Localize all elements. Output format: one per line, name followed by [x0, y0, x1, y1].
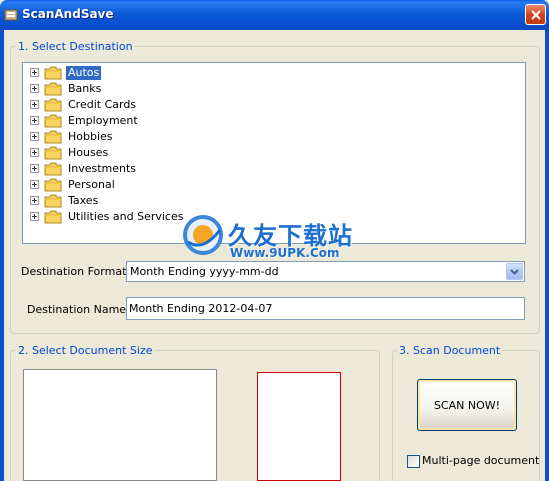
destination-format-label: Destination Format:	[21, 265, 131, 278]
folder-icon	[44, 98, 62, 112]
expand-icon[interactable]	[30, 196, 39, 205]
scan-now-button[interactable]: SCAN NOW!	[417, 379, 517, 431]
watermark-logo-icon	[183, 215, 223, 255]
tree-item-label: Taxes	[68, 194, 99, 207]
document-size-option-b[interactable]	[257, 372, 341, 481]
expand-icon[interactable]	[30, 68, 39, 77]
folder-icon	[44, 210, 62, 224]
destination-name-input[interactable]	[129, 299, 519, 318]
folder-icon	[44, 130, 62, 144]
scan-document-group-label: 3. Scan Document	[397, 344, 503, 357]
expand-icon[interactable]	[30, 212, 39, 221]
destination-group-label: 1. Select Destination	[16, 40, 135, 53]
folder-icon	[44, 66, 62, 80]
tree-item-label: Banks	[68, 82, 102, 95]
watermark-url: Www.9UPK.Com	[230, 246, 340, 260]
tree-item-label: Utilities and Services	[68, 210, 184, 223]
document-size-group-label: 2. Select Document Size	[16, 344, 155, 357]
app-icon	[4, 9, 18, 21]
title-bar[interactable]: ScanAndSave	[0, 0, 549, 30]
folder-icon	[44, 82, 62, 96]
expand-icon[interactable]	[30, 164, 39, 173]
folder-icon	[44, 162, 62, 176]
multi-page-checkbox[interactable]	[407, 455, 420, 468]
tree-item-label: Credit Cards	[68, 98, 137, 111]
tree-item-label: Autos	[66, 66, 102, 80]
destination-format-value: Month Ending yyyy-mm-dd	[130, 265, 279, 278]
expand-icon[interactable]	[30, 84, 39, 93]
tree-item-label: Hobbies	[68, 130, 113, 143]
close-icon	[531, 10, 541, 20]
tree-item-label: Employment	[68, 114, 138, 127]
window-title: ScanAndSave	[22, 7, 114, 21]
scan-now-button-label: SCAN NOW!	[433, 399, 501, 412]
destination-name-label: Destination Name:	[27, 303, 130, 316]
multi-page-label[interactable]: Multi-page document	[422, 454, 539, 467]
tree-item-label: Houses	[68, 146, 109, 159]
dropdown-button[interactable]	[506, 263, 523, 280]
destination-format-select[interactable]: Month Ending yyyy-mm-dd	[126, 261, 525, 282]
document-size-option-a[interactable]	[23, 369, 217, 481]
folder-icon	[44, 114, 62, 128]
expand-icon[interactable]	[30, 148, 39, 157]
destination-name-field[interactable]	[126, 297, 525, 320]
folder-icon	[44, 146, 62, 160]
expand-icon[interactable]	[30, 116, 39, 125]
expand-icon[interactable]	[30, 132, 39, 141]
folder-icon	[44, 178, 62, 192]
window-frame-right	[545, 30, 549, 481]
expand-icon[interactable]	[30, 180, 39, 189]
close-button[interactable]	[525, 4, 546, 25]
window-frame-left	[0, 30, 4, 481]
chevron-down-icon	[510, 269, 519, 275]
tree-item-label: Personal	[68, 178, 115, 191]
expand-icon[interactable]	[30, 100, 39, 109]
folder-icon	[44, 194, 62, 208]
tree-item-label: Investments	[68, 162, 137, 175]
